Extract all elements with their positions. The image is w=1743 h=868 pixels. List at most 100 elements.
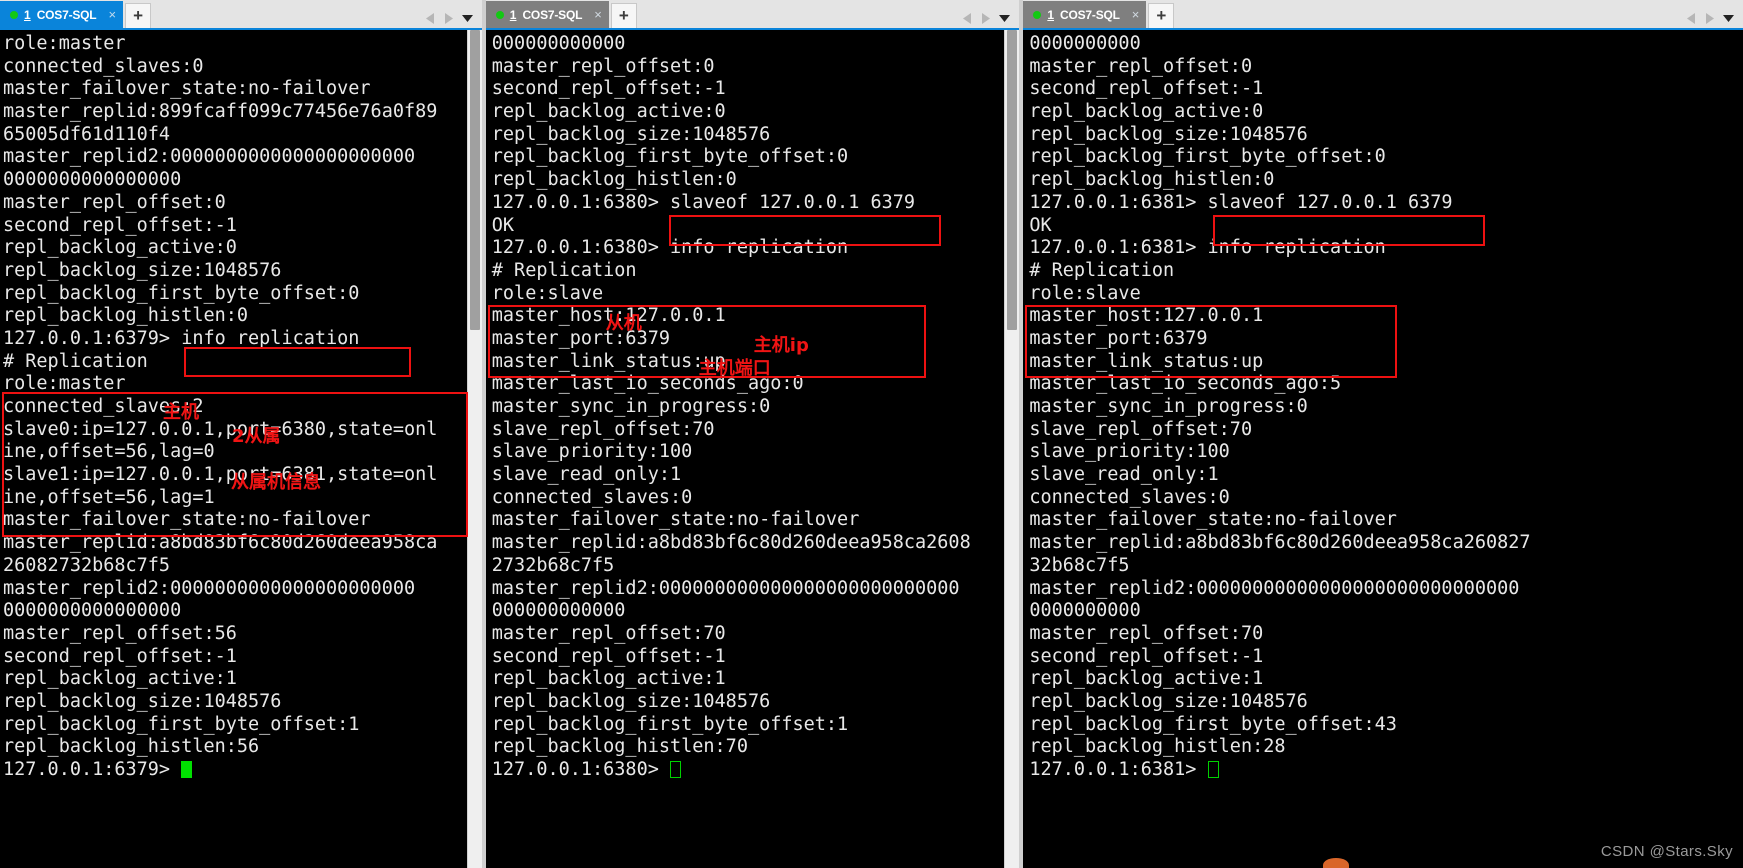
terminal-line: master_replid:a8bd83bf6c80d260deea958ca2… — [491, 532, 971, 554]
nav-prev-icon[interactable] — [425, 13, 435, 24]
terminal-window-6379: 1 COS7-SQL × + role:master connected_slav… — [0, 0, 482, 868]
terminal-line: second_repl_offset:-1 — [3, 214, 237, 236]
tab-number: 1 — [1047, 7, 1055, 22]
close-icon[interactable]: × — [1132, 8, 1140, 21]
terminal-line: repl_backlog_first_byte_offset:43 — [1029, 713, 1397, 735]
terminal-line: slave_repl_offset:70 — [1029, 418, 1253, 440]
terminal-line: master_replid2:0000000000000000000000000… — [491, 577, 960, 599]
terminal-line: second_repl_offset:-1 — [3, 645, 237, 667]
terminal-line: repl_backlog_first_byte_offset:0 — [1029, 146, 1386, 168]
terminal-line: repl_backlog_size:1048576 — [1029, 123, 1308, 145]
terminal-line: 65005df61d110f4 — [3, 123, 171, 145]
terminal-line: master_failover_state:no-failover — [1029, 509, 1397, 531]
tab-number: 1 — [509, 7, 517, 22]
terminal-line: second_repl_offset:-1 — [491, 645, 726, 667]
terminal-line: role:slave — [491, 282, 604, 304]
terminal-line: master_port:6379 — [491, 327, 670, 349]
tab-title: COS7-SQL — [36, 7, 97, 22]
terminal-line: repl_backlog_first_byte_offset:1 — [3, 713, 360, 735]
tab-bar-controls — [425, 13, 482, 28]
status-dot-icon — [495, 10, 504, 19]
terminal-line: master_sync_in_progress:0 — [1029, 396, 1308, 417]
terminal-line: repl_backlog_histlen:28 — [1029, 736, 1286, 758]
terminal-line: master_repl_offset:56 — [3, 622, 237, 644]
close-icon[interactable]: × — [594, 8, 602, 21]
terminal-body: 0000000000 master_repl_offset:0 second_rep… — [1023, 28, 1743, 868]
watermark: CSDN @Stars.Sky — [1600, 843, 1734, 860]
terminal-line: 000000000000 — [491, 600, 626, 622]
terminal-line: OK — [1029, 214, 1052, 236]
terminal-line: master_last_io_seconds_ago:0 — [491, 373, 804, 395]
terminal-line: master_sync_in_progress:0 — [491, 396, 771, 417]
terminal-line: 26082732b68c7f5 — [3, 554, 171, 576]
terminal-scrollbar[interactable] — [466, 30, 482, 868]
terminal-window-6380: 1 COS7-SQL × + 000000000000 master_repl_o… — [485, 0, 1020, 868]
terminal-line: second_repl_offset:-1 — [1029, 645, 1264, 667]
terminal-scrollbar[interactable] — [1004, 30, 1020, 868]
terminal-line: master_host:127.0.0.1 — [1029, 305, 1264, 327]
terminal-line: # Replication — [1029, 259, 1175, 281]
terminal-line: master_replid:a8bd83bf6c80d260deea958ca2… — [1029, 532, 1531, 554]
status-dot-icon — [1033, 10, 1042, 19]
terminal-multiplexer-window: 1 COS7-SQL × + role:master connected_slav… — [0, 0, 1743, 868]
new-tab-button[interactable]: + — [125, 3, 152, 28]
tab-number: 1 — [24, 7, 31, 22]
terminal-output-6381[interactable]: 0000000000 master_repl_offset:0 second_rep… — [1023, 30, 1743, 868]
tab-cos7-sql[interactable]: 1 COS7-SQL × — [485, 1, 609, 28]
tab-bar-controls — [963, 13, 1019, 28]
terminal-line: master_port:6379 — [1029, 327, 1208, 349]
terminal-output-6379[interactable]: role:master connected_slaves:0 master_fail… — [0, 30, 467, 868]
terminal-line: master_repl_offset:70 — [491, 622, 726, 644]
terminal-line: master_last_io_seconds_ago:5 — [1029, 373, 1342, 395]
terminal-line: role:slave — [1029, 282, 1141, 304]
terminal-line: repl_backlog_histlen:70 — [491, 736, 748, 758]
terminal-line: master_replid2:0000000000000000000000 — [3, 577, 416, 599]
terminal-line: role:master — [3, 33, 126, 54]
terminal-line: slave_repl_offset:70 — [491, 418, 715, 440]
terminal-line: repl_backlog_first_byte_offset:0 — [491, 146, 849, 168]
chevron-down-icon[interactable] — [461, 15, 473, 22]
status-dot-icon — [10, 10, 18, 19]
terminal-cursor — [1207, 761, 1219, 778]
terminal-line: connected_slaves:2 — [3, 396, 204, 417]
terminal-line: master_host:127.0.0.1 — [491, 305, 726, 327]
terminal-line: repl_backlog_first_byte_offset:0 — [3, 282, 360, 304]
terminal-line: repl_backlog_histlen:0 — [491, 169, 737, 191]
terminal-line: ine,offset=56,lag=1 — [3, 486, 215, 508]
close-icon[interactable]: × — [108, 8, 116, 21]
chevron-down-icon[interactable] — [1723, 15, 1735, 22]
scrollbar-thumb[interactable] — [1007, 30, 1018, 330]
terminal-line: 127.0.0.1:6380> — [492, 759, 1005, 782]
terminal-line: repl_backlog_histlen:0 — [3, 305, 249, 327]
nav-next-icon[interactable] — [981, 13, 991, 24]
terminal-line: 127.0.0.1:6380> slaveof 127.0.0.1 6379 — [491, 191, 916, 213]
nav-next-icon[interactable] — [444, 13, 453, 24]
terminal-output-6380[interactable]: 000000000000 master_repl_offset:0 second_r… — [485, 30, 1005, 868]
terminal-line: slave_priority:100 — [491, 441, 693, 463]
terminal-line: repl_backlog_size:1048576 — [3, 690, 282, 712]
tab-cos7-sql[interactable]: 1 COS7-SQL × — [0, 1, 124, 28]
tab-cos7-sql[interactable]: 1 COS7-SQL × — [1023, 1, 1147, 28]
terminal-line: slave1:ip=127.0.0.1,port=6381,state=onl — [3, 464, 438, 486]
terminal-line: 000000000000 — [491, 33, 626, 54]
terminal-line: 0000000000000000 — [3, 600, 182, 622]
chevron-down-icon[interactable] — [999, 15, 1011, 22]
terminal-line: master_repl_offset:0 — [1029, 55, 1253, 77]
scrollbar-thumb[interactable] — [469, 30, 480, 330]
nav-prev-icon[interactable] — [963, 13, 972, 24]
new-tab-button[interactable]: + — [1148, 3, 1175, 28]
terminal-line: master_replid:a8bd83bf6c80d260deea958ca — [3, 532, 438, 554]
terminal-line: 0000000000 — [1029, 33, 1141, 54]
terminal-line: connected_slaves:0 — [491, 486, 693, 508]
terminal-window-6381: 1 COS7-SQL × + 0000000000 master_repl_off… — [1023, 0, 1743, 868]
new-tab-button[interactable]: + — [610, 3, 637, 28]
nav-prev-icon[interactable] — [1687, 13, 1696, 24]
terminal-line: master_link_status:up — [491, 350, 726, 372]
terminal-line: 2732b68c7f5 — [491, 554, 615, 576]
terminal-line: slave_priority:100 — [1029, 441, 1230, 463]
nav-next-icon[interactable] — [1705, 13, 1715, 24]
terminal-line: second_repl_offset:-1 — [1029, 78, 1264, 100]
tab-bar: 1 COS7-SQL × + — [0, 0, 482, 28]
terminal-cursor — [181, 761, 193, 778]
terminal-line: 0000000000000000 — [3, 169, 182, 191]
